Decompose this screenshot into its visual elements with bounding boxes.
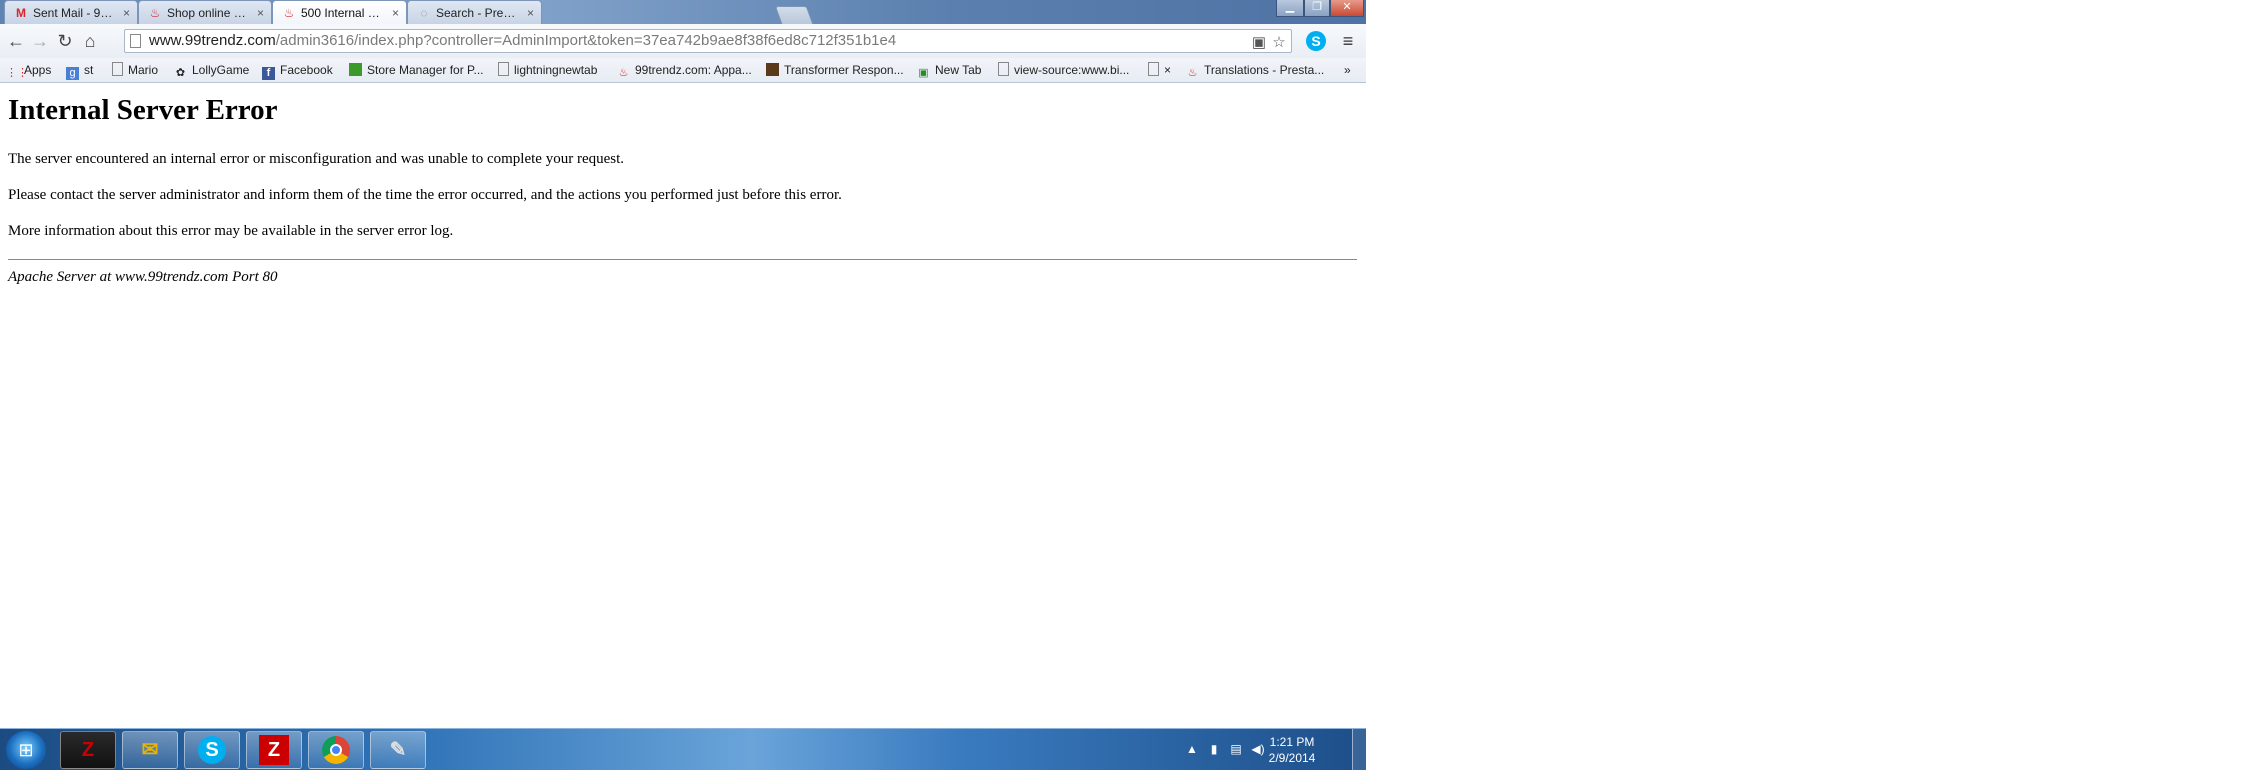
page-action-icon[interactable]: ▣ <box>1249 34 1269 52</box>
divider <box>8 259 1357 260</box>
bookmark-store-manager[interactable]: Store Manager for P... <box>349 58 484 82</box>
bookmark-label: Transformer Respon... <box>784 63 904 77</box>
bookmarks-overflow-button[interactable]: » <box>1344 58 1351 82</box>
bookmarks-bar: ⋮⋮Apps g st Mario ✿ LollyGame f Facebook St… <box>0 58 1366 83</box>
transformer-icon <box>766 63 779 76</box>
window-close-button[interactable]: ✕ <box>1330 0 1364 17</box>
page-icon <box>998 62 1009 76</box>
bookmark-label: Apps <box>24 63 52 77</box>
bookmark-label: st <box>84 63 94 77</box>
tab-error[interactable]: ♨ 500 Internal Server Error × <box>272 0 407 24</box>
bookmark-label: Facebook <box>280 63 333 77</box>
back-icon[interactable]: ← <box>4 30 28 52</box>
99trendz-icon: ♨ <box>283 6 295 20</box>
bookmark-label: Store Manager for P... <box>367 63 484 77</box>
page-icon <box>130 34 141 48</box>
paint-icon[interactable]: ✎ <box>370 731 426 769</box>
filezilla-server-icon[interactable]: Z <box>246 731 302 769</box>
tab-label: Shop online for Apparels, <box>167 6 249 20</box>
bookmark-facebook[interactable]: f Facebook <box>262 58 333 82</box>
bookmark-label: Translations - Presta... <box>1204 63 1325 77</box>
reload-icon[interactable]: ↻ <box>53 30 77 52</box>
google-plus-icon: g <box>66 67 79 80</box>
newtab-icon: ▣ <box>918 67 929 79</box>
minimize-button[interactable]: ▁ <box>1276 0 1304 17</box>
close-icon[interactable]: × <box>392 1 399 24</box>
page-icon <box>1148 62 1159 76</box>
show-desktop-button[interactable] <box>1352 729 1366 770</box>
url-host: www.99trendz.com <box>149 32 276 49</box>
loading-icon: ◌ <box>420 6 428 20</box>
close-icon[interactable]: × <box>257 1 264 24</box>
start-button[interactable]: ⊞ <box>6 731 46 769</box>
bookmark-transformer[interactable]: Transformer Respon... <box>766 58 904 82</box>
tab-label: Search - PrestaShop™ <box>436 6 519 20</box>
server-signature: Apache Server at www.99trendz.com Port 8… <box>8 269 278 285</box>
battery-icon[interactable]: ▮ <box>1206 741 1222 757</box>
home-icon[interactable]: ⌂ <box>78 30 102 52</box>
new-tab-button[interactable] <box>774 6 814 24</box>
filezilla-icon[interactable]: Z <box>60 731 116 769</box>
close-icon[interactable]: × <box>527 1 534 24</box>
bookmark-lightningnewtab[interactable]: lightningnewtab <box>498 58 597 82</box>
outlook-icon[interactable]: ✉ <box>122 731 178 769</box>
page-content: Internal Server Error The server encount… <box>0 83 1366 728</box>
gmail-icon: M <box>16 6 26 20</box>
log-message: More information about this error may be… <box>8 223 454 239</box>
bookmark-label: lightningnewtab <box>514 63 598 77</box>
tab-gmail[interactable]: M Sent Mail - 99trendz@gma × <box>4 0 138 24</box>
tab-label: Sent Mail - 99trendz@gma <box>33 6 115 20</box>
bookmark-mario[interactable]: Mario <box>112 58 158 82</box>
bookmark-lollygame[interactable]: ✿ LollyGame <box>174 58 249 82</box>
close-icon[interactable]: × <box>123 1 130 24</box>
screen: M Sent Mail - 99trendz@gma × ♨ Shop onli… <box>0 0 1366 770</box>
bookmark-label: × <box>1164 63 1172 77</box>
apps-grid-icon: ⋮⋮ <box>6 67 28 79</box>
chrome-icon[interactable] <box>308 731 364 769</box>
bookmark-label: LollyGame <box>192 63 250 77</box>
address-bar[interactable]: www.99trendz.com/admin3616/index.php?con… <box>124 29 1292 53</box>
clock-time: 1:21 PM <box>1269 735 1315 749</box>
error-message: The server encountered an internal error… <box>8 151 625 167</box>
bookmark-label: Mario <box>128 63 159 77</box>
bookmark-x[interactable]: × <box>1148 58 1171 82</box>
bookmark-label: view-source:www.bi... <box>1014 63 1130 77</box>
99trendz-icon: ♨ <box>149 6 161 20</box>
tab-label: 500 Internal Server Error <box>301 6 384 20</box>
bookmark-99trendz[interactable]: ♨ 99trendz.com: Appa... <box>617 58 752 82</box>
bookmark-label: 99trendz.com: Appa... <box>635 63 752 77</box>
tab-shop[interactable]: ♨ Shop online for Apparels, × <box>138 0 272 24</box>
clock[interactable]: 1:21 PM 2/9/2014 <box>1262 734 1322 766</box>
99trendz-icon: ♨ <box>618 67 629 79</box>
game-icon: ✿ <box>175 67 186 79</box>
bookmark-view-source[interactable]: view-source:www.bi... <box>998 58 1129 82</box>
page-icon <box>112 62 123 76</box>
99trendz-icon: ♨ <box>1187 67 1198 79</box>
page-icon <box>498 62 509 76</box>
show-hidden-icons-icon[interactable]: ▲ <box>1184 741 1200 757</box>
menu-icon[interactable]: ≡ <box>1337 30 1359 52</box>
bookmark-star-icon[interactable]: ☆ <box>1269 34 1289 52</box>
skype-extension-icon[interactable]: S <box>1306 31 1326 51</box>
bookmark-label: New Tab <box>935 63 982 77</box>
taskbar: ⊞ Z ✉ S Z ✎ ▲ ▮ ▤ ◀) 1:21 PM 2/9/2014 <box>0 728 1366 770</box>
forward-icon[interactable]: → <box>28 30 52 52</box>
bookmark-apps[interactable]: ⋮⋮Apps <box>6 58 51 82</box>
url-path: /admin3616/index.php?controller=AdminImp… <box>275 32 897 49</box>
clock-date: 2/9/2014 <box>1268 751 1316 765</box>
network-icon[interactable]: ▤ <box>1228 741 1244 757</box>
bookmark-translations[interactable]: ♨ Translations - Presta... <box>1186 58 1325 82</box>
bookmark-st[interactable]: g st <box>66 58 93 82</box>
contact-message: Please contact the server administrator … <box>8 187 842 203</box>
facebook-icon: f <box>262 67 275 80</box>
store-icon <box>349 63 362 76</box>
tab-prestashop[interactable]: ◌ Search - PrestaShop™ × <box>407 0 542 24</box>
tab-strip: M Sent Mail - 99trendz@gma × ♨ Shop onli… <box>0 0 1366 24</box>
bookmark-new-tab[interactable]: ▣ New Tab <box>917 58 981 82</box>
toolbar: ← → ↻ ⌂ www.99trendz.com/admin3616/index… <box>0 24 1366 59</box>
skype-icon[interactable]: S <box>184 731 240 769</box>
page-title: Internal Server Error <box>8 94 278 126</box>
maximize-button[interactable]: ❐ <box>1304 0 1330 17</box>
